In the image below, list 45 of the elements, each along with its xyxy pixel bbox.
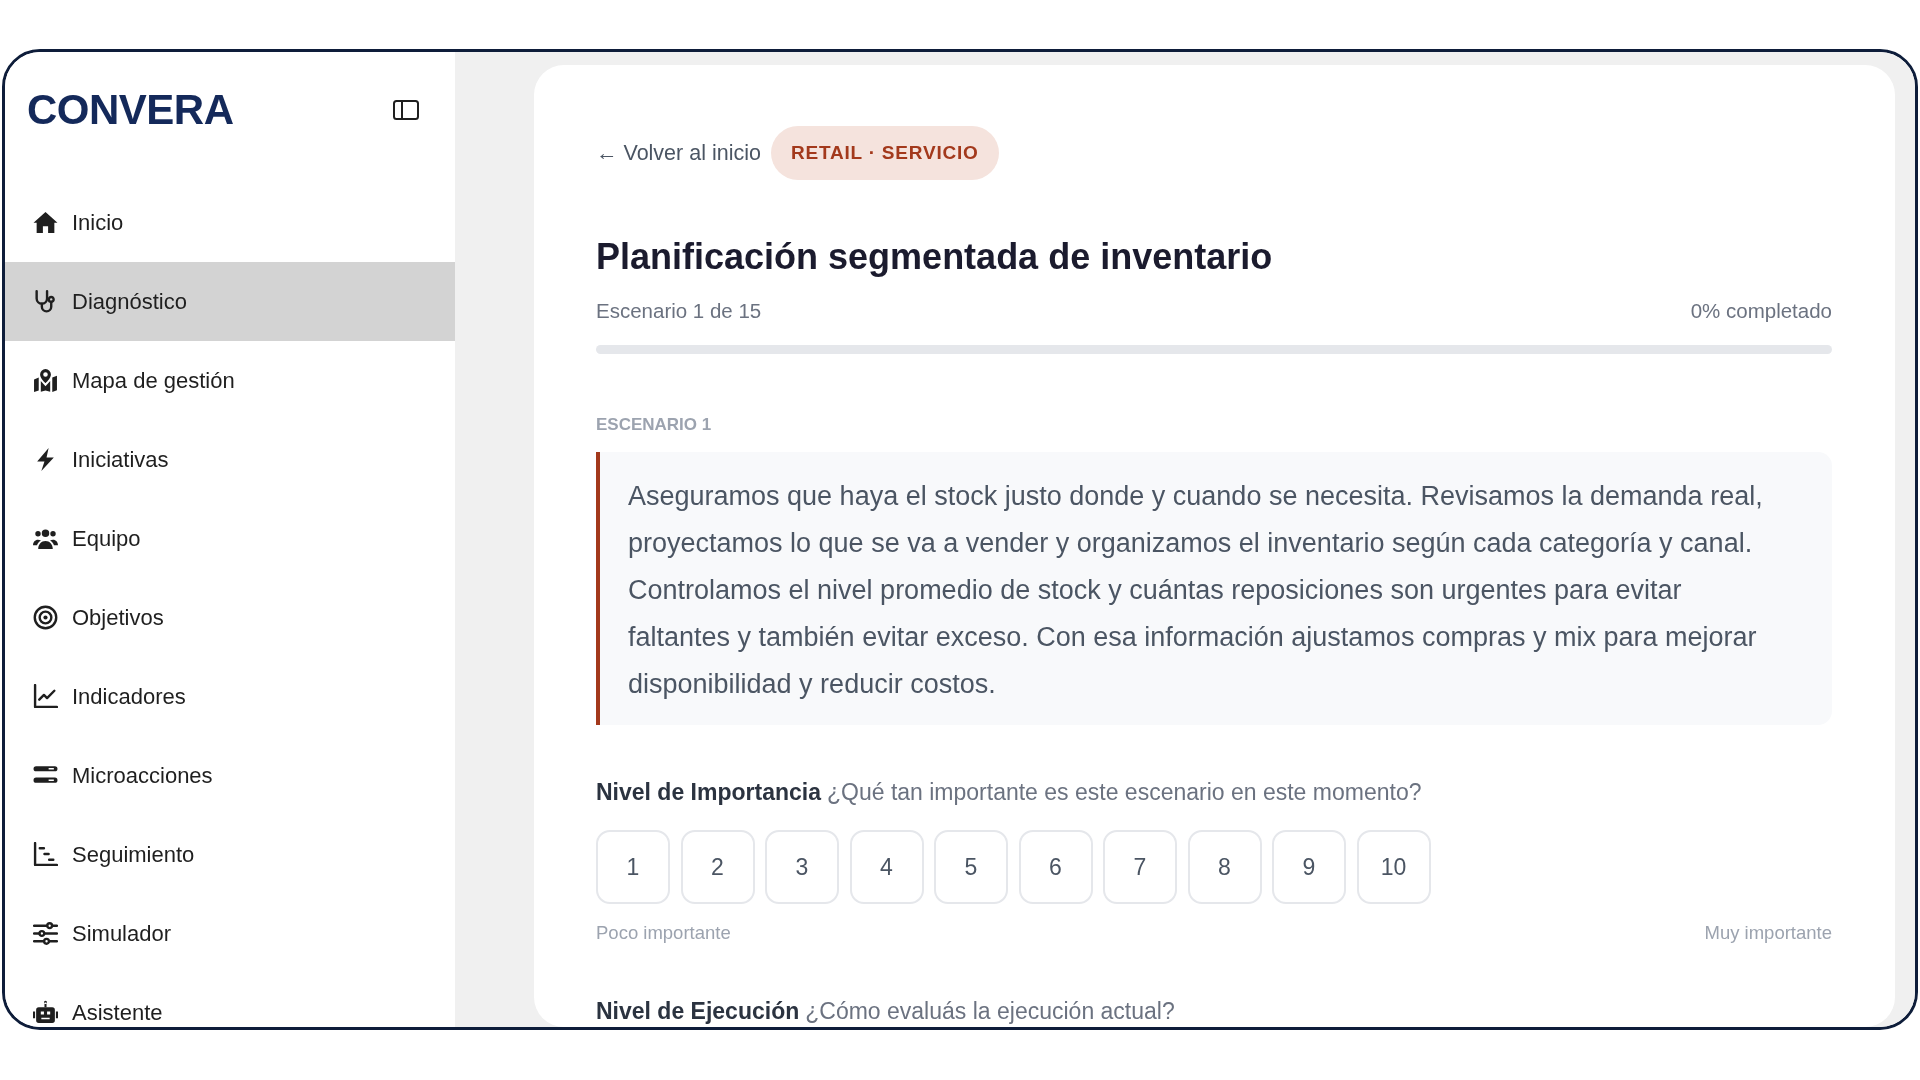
- question-title: Nivel de Importancia: [596, 779, 821, 805]
- nav-item[interactable]: Iniciativas: [5, 420, 455, 499]
- nav-item[interactable]: Diagnóstico: [5, 262, 455, 341]
- page-title: Planificación segmentada de inventario: [596, 235, 1274, 279]
- rating-option[interactable]: 8: [1187, 830, 1262, 904]
- panel-icon: [393, 100, 419, 120]
- nav-item[interactable]: Equipo: [5, 499, 455, 578]
- rating-option[interactable]: 9: [1272, 830, 1346, 904]
- question-prompt: ¿Cómo evaluás la ejecución actual?: [805, 998, 1175, 1024]
- step-chart-icon: [33, 842, 58, 867]
- home-icon: [33, 210, 58, 235]
- progress-percent: 0% completado: [1690, 299, 1832, 323]
- rating-option[interactable]: 5: [934, 830, 1008, 904]
- nav-item[interactable]: Inicio: [5, 183, 455, 262]
- sliders-icon: [33, 921, 58, 946]
- nav-item[interactable]: Indicadores: [5, 657, 455, 736]
- rating-option[interactable]: 4: [849, 830, 924, 904]
- target-icon: [33, 605, 58, 630]
- nav-item[interactable]: Seguimiento: [5, 815, 455, 894]
- sidebar-toggle-button[interactable]: [393, 100, 419, 120]
- nav-item[interactable]: Objetivos: [5, 578, 455, 657]
- step-counter: Escenario 1 de 15: [596, 299, 762, 323]
- back-link[interactable]: ← Volver al inicio: [596, 140, 761, 166]
- nav-item[interactable]: Microacciones: [5, 736, 455, 815]
- scale-min-label: Poco importante: [596, 922, 731, 944]
- question-prompt: ¿Qué tan importante es este escenario en este momento?: [826, 779, 1422, 805]
- robot-icon: [33, 1000, 58, 1025]
- nav-item[interactable]: Simulador: [5, 894, 455, 973]
- rating-option[interactable]: 3: [765, 830, 839, 904]
- rating-option[interactable]: 10: [1356, 830, 1431, 904]
- logo: CONVERA: [27, 85, 234, 135]
- rating-option[interactable]: 1: [596, 830, 670, 904]
- category-badge: RETAIL · SERVICIO: [770, 126, 999, 180]
- scenario-text: Aseguramos que haya el stock justo donde y cuando se necesita. Revisamos la demanda real, proyectamos lo que se va a vender y organizamos el inventario según cada categoría y canal. Controlamos el nivel promedio de stock y cuántas reposiciones son urgentes para evitar faltantes y también evitar exceso. Con esa información ajustamos compras y mix para mejorar disponibilidad y reducir costos.: [628, 480, 1764, 701]
- map-pin-icon: [33, 368, 58, 393]
- rating-option[interactable]: 2: [680, 830, 755, 904]
- scenario-label: ESCENARIO 1: [596, 414, 713, 436]
- line-chart-icon: [33, 684, 58, 709]
- rating-option[interactable]: 7: [1103, 830, 1177, 904]
- scale-max-label: Muy importante: [1704, 922, 1832, 944]
- nav-item[interactable]: Asistente: [5, 973, 455, 1027]
- rating-option[interactable]: 6: [1018, 830, 1093, 904]
- nav-item[interactable]: Mapa de gestión: [5, 341, 455, 420]
- stethoscope-icon: [33, 289, 58, 314]
- question-title: Nivel de Ejecución: [596, 998, 800, 1024]
